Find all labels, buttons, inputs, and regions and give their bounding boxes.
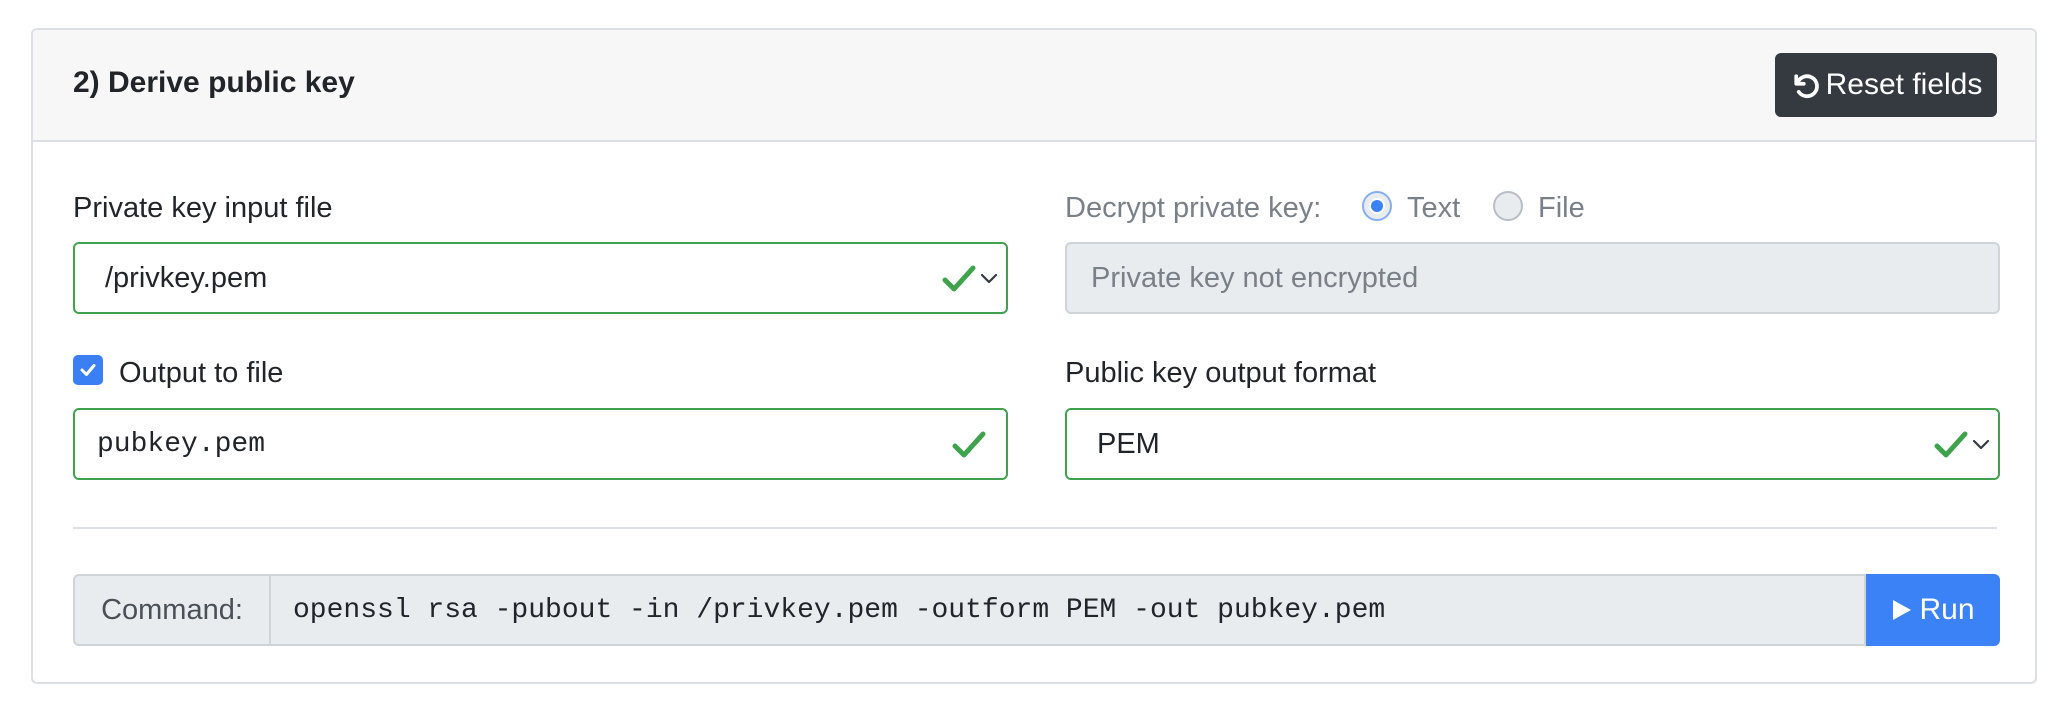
card-title: 2) Derive public key [73, 66, 355, 99]
run-label: Run [1919, 593, 1975, 626]
decrypt-radio-text-label: Text [1407, 192, 1461, 224]
valid-check-icon [952, 431, 986, 458]
output-format-label: Public key output format [1065, 357, 1377, 389]
command-prefix: Command: [73, 574, 269, 646]
valid-check-icon [1934, 431, 1968, 458]
decrypt-password-input[interactable]: Private key not encrypted [1065, 242, 2000, 314]
output-filename-input[interactable]: pubkey.pem [73, 408, 1008, 480]
decrypt-placeholder: Private key not encrypted [1091, 261, 1419, 294]
section-divider [73, 527, 1997, 529]
decrypt-radio-text[interactable] [1362, 191, 1392, 221]
checkmark-icon [80, 364, 96, 376]
command-group: Command: openssl rsa -pubout -in /privke… [73, 574, 2000, 646]
reset-fields-label: Reset fields [1825, 68, 1983, 101]
command-text[interactable]: openssl rsa -pubout -in /privkey.pem -ou… [269, 574, 1866, 646]
decrypt-radio-file-label: File [1538, 192, 1585, 224]
valid-check-icon [942, 265, 976, 292]
chevron-down-icon [1972, 439, 1990, 450]
private-key-value: /privkey.pem [105, 261, 268, 294]
output-format-select[interactable]: PEM [1065, 408, 2000, 480]
decrypt-radio-file[interactable] [1493, 191, 1523, 221]
undo-icon [1794, 74, 1819, 99]
output-format-value: PEM [1097, 427, 1160, 460]
private-key-label: Private key input file [73, 192, 333, 224]
decrypt-label: Decrypt private key: [1065, 192, 1322, 224]
derive-public-key-card: 2) Derive public key Reset fields Privat… [31, 28, 2037, 684]
run-button[interactable]: Run [1866, 574, 2000, 646]
output-filename-value: pubkey.pem [97, 428, 266, 460]
reset-fields-button[interactable]: Reset fields [1775, 53, 1997, 117]
output-to-file-checkbox[interactable] [73, 355, 103, 385]
card-header: 2) Derive public key Reset fields [33, 30, 2035, 142]
play-icon [1893, 600, 1912, 620]
private-key-select[interactable]: /privkey.pem [73, 242, 1008, 314]
output-to-file-label: Output to file [119, 357, 284, 389]
chevron-down-icon [980, 273, 998, 284]
